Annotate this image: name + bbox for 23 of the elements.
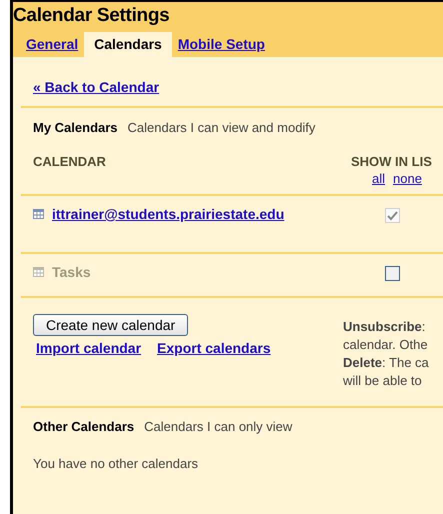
help-text: calendar. Othe xyxy=(343,336,429,354)
tab[interactable]: Calendars xyxy=(84,32,172,57)
select-all-link[interactable]: all xyxy=(372,171,386,186)
tab[interactable]: Mobile Setup xyxy=(172,32,271,57)
section-title: My Calendars xyxy=(33,120,118,135)
calendar-name: Tasks xyxy=(52,264,91,280)
back-link[interactable]: « Back to Calendar xyxy=(33,79,160,95)
create-calendar-button[interactable]: Create new calendar xyxy=(33,314,188,336)
window-title: Calendar Settings xyxy=(13,4,170,28)
section-title: Other Calendars xyxy=(33,419,134,434)
column-header: CALENDAR xyxy=(33,154,106,171)
column-header: SHOW IN LIS xyxy=(351,154,433,169)
calendar-link[interactable]: ittrainer@students.prairiestate.edu xyxy=(52,206,284,222)
help-text: Unsubscribe: xyxy=(343,318,426,336)
help-text: Delete: The ca xyxy=(343,354,430,372)
help-text: will be able to xyxy=(343,372,423,390)
section-subtitle: Calendars I can only view xyxy=(144,419,292,434)
import-link[interactable]: Import calendar xyxy=(36,340,142,356)
export-link[interactable]: Export calendars xyxy=(157,340,271,356)
tab[interactable]: General xyxy=(20,32,84,57)
select-none-link[interactable]: none xyxy=(393,171,422,186)
section-subtitle: Calendars I can view and modify xyxy=(128,120,316,135)
empty-message: You have no other calendars xyxy=(32,455,200,471)
